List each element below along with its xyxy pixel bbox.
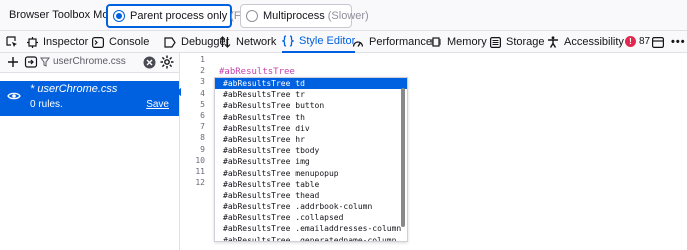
tab-network[interactable]: Network [219, 31, 276, 53]
error-count: 87 [639, 36, 651, 47]
accessibility-icon [548, 36, 558, 48]
tab-label: Console [109, 36, 150, 48]
multiprocess-option[interactable]: Multiprocess (Slower) [240, 4, 369, 28]
filter-text: userChrome.css [53, 56, 126, 67]
autocomplete-item[interactable]: #abResultsTree hr [215, 134, 407, 145]
tab-inspector[interactable]: Inspector [27, 31, 88, 53]
filter-icon [40, 57, 50, 67]
tab-label: Storage [506, 36, 545, 48]
option-label: Parent process only [130, 10, 228, 22]
devtools-toolbar: Inspector Console Debugger Network Style… [0, 31, 687, 53]
storage-icon [490, 36, 501, 48]
autocomplete-item[interactable]: #abResultsTree td [215, 78, 407, 90]
sidebar-toolbar: userChrome.css [0, 53, 179, 73]
toolbox-options-button[interactable] [652, 31, 664, 53]
line-number: 10 [195, 155, 205, 165]
option-hint: (Slower) [327, 10, 369, 22]
line-number: 3 [200, 77, 205, 87]
stylesheet-rule-count: 0 rules. [30, 99, 63, 110]
console-icon [92, 36, 104, 48]
tab-label: Inspector [43, 36, 89, 48]
code-line: #abResultsTree [219, 67, 295, 77]
save-link[interactable]: Save [146, 99, 169, 110]
import-stylesheet-icon[interactable] [24, 55, 38, 69]
tab-console[interactable]: Console [92, 31, 149, 53]
line-number: 11 [195, 167, 205, 176]
autocomplete-item[interactable]: #abResultsTree .collapsed [215, 212, 407, 223]
autocomplete-item[interactable]: #abResultsTree tbody [215, 145, 407, 156]
line-number: 9 [200, 144, 205, 154]
line-number-gutter: 1 2 3 4 5 6 7 8 9 10 11 12 [181, 53, 211, 250]
pick-element-icon [6, 36, 17, 47]
tab-label: Network [236, 36, 277, 48]
inspector-icon [27, 36, 38, 48]
autocomplete-item[interactable]: #abResultsTree menupopup [215, 168, 407, 179]
memory-icon [431, 37, 441, 47]
mode-title: Browser Toolbox Mode [9, 9, 121, 21]
autocomplete-popup: #abResultsTree td #abResultsTree tr #abRes… [214, 77, 408, 242]
tab-memory[interactable]: Memory [430, 31, 487, 53]
autocomplete-item[interactable]: #abResultsTree .generatedname-column [215, 235, 407, 241]
tab-accessibility[interactable]: Accessibility [547, 31, 624, 53]
tab-label: Accessibility [564, 36, 624, 48]
autocomplete-item[interactable]: #abResultsTree button [215, 100, 407, 111]
clear-filter-icon[interactable] [143, 56, 156, 69]
tab-label: Performance [369, 36, 432, 48]
radio-unselected-icon [246, 10, 258, 22]
line-number: 8 [200, 133, 205, 143]
network-icon [219, 36, 231, 48]
tab-style-editor[interactable]: Style Editor [282, 31, 356, 53]
line-number: 7 [200, 122, 205, 132]
line-number: 6 [200, 111, 205, 120]
error-count-badge[interactable]: ! 87 [625, 36, 650, 47]
parent-process-option[interactable]: Parent process only (Fast) [106, 4, 259, 28]
option-label: Multiprocess [263, 10, 325, 22]
settings-gear-icon[interactable] [160, 55, 174, 69]
autocomplete-item[interactable]: #abResultsTree img [215, 156, 407, 167]
stylesheet-item[interactable]: * userChrome.css 0 rules. Save [0, 81, 179, 116]
autocomplete-item[interactable]: #abResultsTree div [215, 123, 407, 134]
tab-label: Memory [447, 36, 487, 48]
pick-element-button[interactable] [6, 31, 18, 53]
line-number: 5 [200, 99, 205, 109]
autocomplete-item[interactable]: #abResultsTree th [215, 112, 407, 123]
line-number: 12 [195, 178, 205, 188]
autocomplete-item[interactable]: #abResultsTree table [215, 179, 407, 190]
line-number: 1 [200, 55, 205, 64]
browser-toolbox-mode-bar: Browser Toolbox Mode Parent process only… [0, 0, 687, 31]
dock-icon [652, 36, 664, 48]
autocomplete-scrollbar[interactable] [401, 88, 405, 227]
filter-field[interactable]: userChrome.css [40, 56, 126, 67]
autocomplete-item[interactable]: #abResultsTree thead [215, 190, 407, 201]
tab-label: Style Editor [299, 35, 356, 47]
performance-icon [352, 40, 364, 47]
line-number: 4 [200, 88, 205, 98]
radio-selected-icon [113, 10, 125, 22]
style-sheets-sidebar: userChrome.css * userChrome.css 0 rules.… [0, 53, 182, 250]
autocomplete-item[interactable]: #abResultsTree .addrbook-column [215, 201, 407, 212]
eye-icon[interactable] [7, 91, 21, 101]
new-stylesheet-icon[interactable] [6, 55, 20, 69]
autocomplete-item[interactable]: #abResultsTree tr [215, 89, 407, 100]
error-icon: ! [625, 36, 636, 47]
tab-storage[interactable]: Storage [490, 31, 545, 53]
autocomplete-item[interactable]: #abResultsTree .emailaddresses-column [215, 223, 407, 234]
line-number: 2 [200, 66, 205, 76]
more-options-button[interactable]: ••• [671, 31, 686, 53]
ellipsis-icon: ••• [671, 36, 686, 48]
debugger-icon [164, 36, 176, 48]
stylesheet-name: * userChrome.css [30, 83, 118, 95]
tab-performance[interactable]: Performance [352, 31, 432, 53]
style-editor-icon [282, 35, 294, 47]
